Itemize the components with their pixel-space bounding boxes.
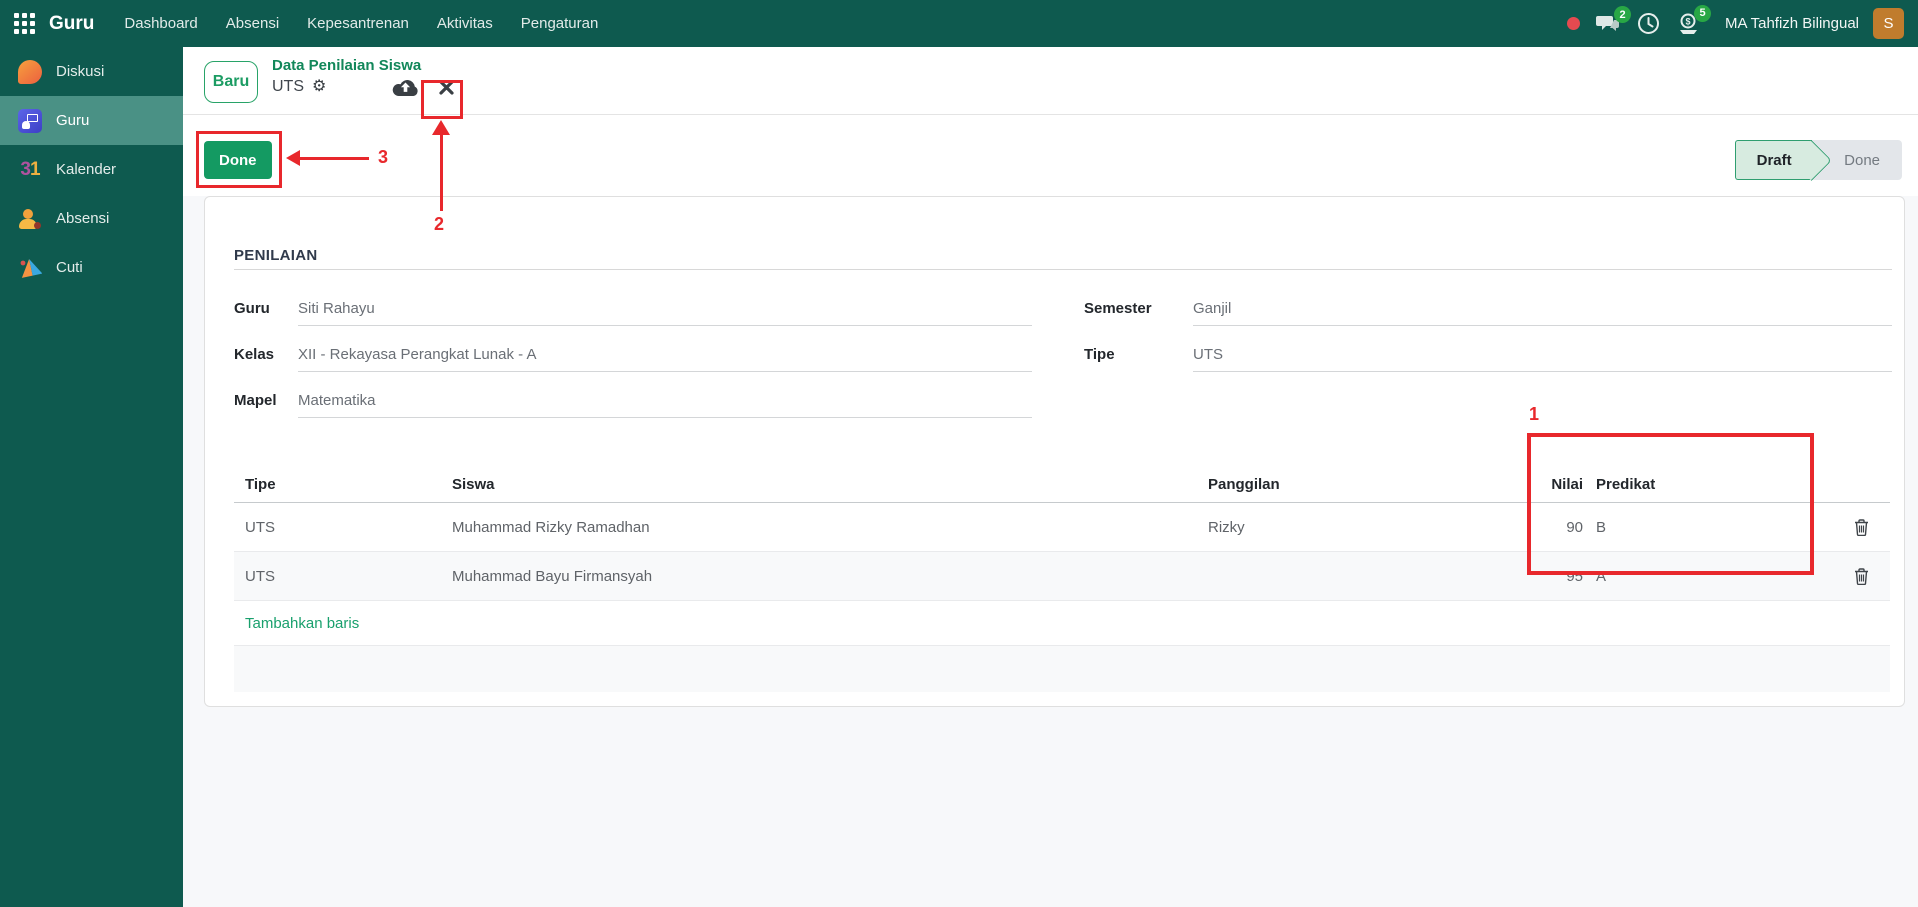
discuss-bubble-icon [17,59,43,85]
cell-tipe[interactable]: UTS [234,519,441,536]
cell-predikat[interactable]: B [1588,519,1821,536]
menu-dashboard[interactable]: Dashboard [110,2,211,45]
table-empty-strip [234,646,1890,692]
trash-icon [1855,518,1868,536]
menu-kepesantrenan[interactable]: Kepesantrenan [293,2,423,45]
menu-pengaturan[interactable]: Pengaturan [507,2,613,45]
field-kelas: Kelas XII - Rekayasa Perangkat Lunak - A [234,343,1032,372]
svg-text:$: $ [1686,16,1691,26]
fields-right-column: Semester Ganjil Tipe UTS [1084,297,1892,435]
activity-badge: 5 [1694,4,1712,22]
col-header-nilai[interactable]: Nilai [1517,476,1588,493]
field-label: Guru [234,300,270,317]
cell-tipe[interactable]: UTS [234,568,441,585]
field-label: Tipe [1084,346,1115,363]
form-fields: Guru Siti Rahayu Kelas XII - Rekayasa Pe… [234,297,1892,435]
mapel-input[interactable]: Matematika [298,389,1032,418]
sidebar-item-absensi[interactable]: Absensi [0,194,183,243]
gear-icon[interactable]: ⚙ [312,79,326,95]
cell-siswa[interactable]: Muhammad Rizky Ramadhan [441,519,1197,536]
cell-predikat[interactable]: A [1588,568,1821,585]
sidebar-item-diskusi[interactable]: Diskusi [0,47,183,96]
field-label: Mapel [234,392,277,409]
form-sheet: PENILAIAN Guru Siti Rahayu Kelas XII - R… [204,196,1905,707]
add-row-link[interactable]: Tambahkan baris [234,615,359,632]
breadcrumb-parent-link[interactable]: Data Penilaian Siswa [272,57,454,74]
attendance-person-icon [17,206,43,232]
delete-row-button[interactable] [1833,567,1890,585]
status-draft[interactable]: Draft [1735,140,1813,180]
activity-clock-button[interactable] [1637,12,1660,35]
nilai-table: Tipe Siswa Panggilan Nilai Predikat UTS … [234,466,1890,692]
company-name[interactable]: MA Tahfizh Bilingual [1725,15,1859,32]
delete-row-button[interactable] [1833,518,1890,536]
add-row-container: Tambahkan baris [234,601,1890,646]
tipe-input[interactable]: UTS [1193,343,1892,372]
teacher-board-icon [17,108,43,134]
form-status-header: Done Draft Done [183,115,1918,196]
control-panel: Baru Data Penilaian Siswa UTS ⚙ [183,47,1918,115]
cell-siswa[interactable]: Muhammad Bayu Firmansyah [441,568,1197,585]
guru-input[interactable]: Siti Rahayu [298,297,1032,326]
sidebar-item-label: Absensi [56,210,110,227]
field-guru: Guru Siti Rahayu [234,297,1032,326]
col-header-panggilan[interactable]: Panggilan [1197,476,1517,493]
trash-icon [1855,567,1868,585]
field-label: Semester [1084,300,1152,317]
app-sidebar: Diskusi Guru 31 Kalender Absensi Cuti [0,47,183,907]
statusbar: Draft Done [1735,140,1902,180]
save-cloud-button[interactable] [392,77,419,97]
col-header-siswa[interactable]: Siswa [441,476,1197,493]
section-divider [234,269,1892,270]
breadcrumb: Data Penilaian Siswa UTS ⚙ [272,57,454,97]
messages-button[interactable]: 2 [1596,6,1632,34]
sidebar-item-label: Diskusi [56,63,105,80]
sidebar-item-kalender[interactable]: 31 Kalender [0,145,183,194]
time-off-umbrella-icon [17,255,43,281]
sidebar-item-label: Guru [56,112,90,129]
menu-absensi[interactable]: Absensi [212,2,293,45]
app-brand[interactable]: Guru [49,13,94,35]
sidebar-item-label: Kalender [56,161,117,178]
messages-badge: 2 [1614,6,1632,23]
payments-button[interactable]: $ 5 [1676,4,1712,36]
app-window: Guru Dashboard Absensi Kepesantrenan Akt… [0,0,1918,907]
breadcrumb-current: UTS [272,78,304,95]
field-semester: Semester Ganjil [1084,297,1892,326]
cloud-upload-icon [393,80,418,97]
main-menu: Dashboard Absensi Kepesantrenan Aktivita… [110,2,612,45]
menu-aktivitas[interactable]: Aktivitas [423,2,507,45]
cell-nilai[interactable]: 90 [1517,519,1588,536]
close-icon [439,79,454,95]
discard-button[interactable] [439,79,454,95]
top-navbar: Guru Dashboard Absensi Kepesantrenan Akt… [0,0,1918,47]
table-header-row: Tipe Siswa Panggilan Nilai Predikat [234,466,1890,503]
col-header-predikat[interactable]: Predikat [1588,476,1821,493]
table-row[interactable]: UTS Muhammad Bayu Firmansyah 95 A [234,552,1890,601]
section-title: PENILAIAN [234,247,318,264]
sidebar-item-label: Cuti [56,259,83,276]
table-row[interactable]: UTS Muhammad Rizky Ramadhan Rizky 90 B [234,503,1890,552]
user-avatar[interactable]: S [1873,8,1904,39]
cell-nilai[interactable]: 95 [1517,568,1588,585]
new-record-badge[interactable]: Baru [204,61,258,103]
kelas-input[interactable]: XII - Rekayasa Perangkat Lunak - A [298,343,1032,372]
cell-panggilan[interactable]: Rizky [1197,519,1517,536]
sidebar-item-cuti[interactable]: Cuti [0,243,183,292]
field-label: Kelas [234,346,275,363]
semester-input[interactable]: Ganjil [1193,297,1892,326]
presence-dot-icon [1567,17,1581,30]
calendar-31-icon: 31 [20,158,40,180]
apps-menu-icon[interactable] [14,13,35,34]
done-button[interactable]: Done [204,141,272,179]
field-mapel: Mapel Matematika [234,389,1032,418]
col-header-tipe[interactable]: Tipe [234,476,441,493]
clock-icon [1638,13,1660,34]
field-tipe: Tipe UTS [1084,343,1892,372]
fields-left-column: Guru Siti Rahayu Kelas XII - Rekayasa Pe… [234,297,1032,435]
sidebar-item-guru[interactable]: Guru [0,96,183,145]
